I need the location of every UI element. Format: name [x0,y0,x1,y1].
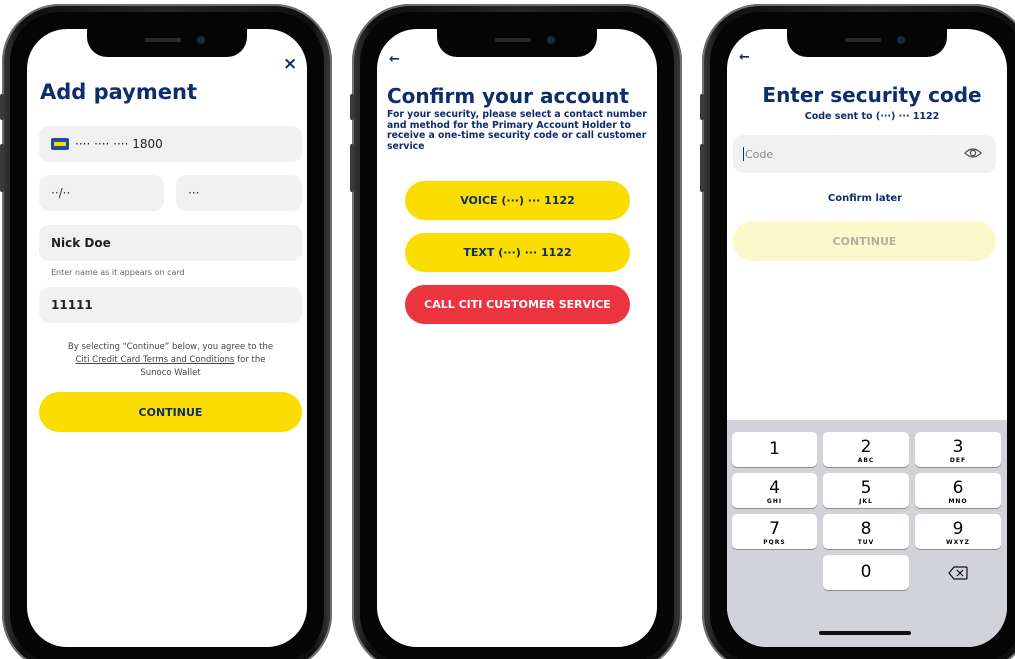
terms-suffix: for the [237,355,266,365]
key-9[interactable]: 9 WXYZ [915,514,1001,549]
home-indicator [819,631,911,635]
key-letters: GHI [766,498,783,505]
page-title: Enter security code [762,83,982,107]
key-1[interactable]: 1 [732,432,817,467]
key-letters: ABC [857,457,875,464]
key-number: 1 [769,439,780,459]
key-number: 3 [952,437,964,457]
key-4[interactable]: 4 GHI [732,473,817,508]
cardholder-name-field[interactable]: Nick Doe [39,225,302,261]
terms-link[interactable]: Citi Credit Card Terms and Conditions [75,355,234,365]
phone-frame-add-payment: × Add payment ···· ···· ···· 1800 ··/·· … [0,4,332,659]
page-description: For your security, please select a conta… [387,109,647,152]
backspace-icon[interactable] [915,555,1001,590]
key-6[interactable]: 6 MNO [915,473,1001,508]
key-number: 5 [860,478,872,498]
name-hint: Enter name as it appears on card [51,268,185,277]
confirm-account-screen: ← Confirm your account For your security… [377,29,657,647]
key-number: 8 [860,519,872,539]
code-sent-subtitle: Code sent to (···) ··· 1122 [804,111,940,122]
phone-side-button [0,144,4,192]
eye-icon[interactable] [964,147,982,162]
key-number: 7 [769,519,780,539]
key-0[interactable]: 0 [823,555,909,590]
numeric-keypad: 1 2 ABC 3 DEF 4 GHI 5 JKL 6 MNO 7 PQRS 8… [727,420,1007,647]
phone-notch [437,29,597,57]
key-number: 9 [952,519,964,539]
zip-code-field[interactable]: 11111 [39,287,302,323]
code-placeholder: Code [745,147,774,161]
key-number: 6 [952,478,964,498]
key-3[interactable]: 3 DEF [915,432,1001,467]
terms-line-1: By selecting “Continue” below, you agree… [67,342,274,352]
card-number-field[interactable]: ···· ···· ···· 1800 [39,126,302,162]
expiry-field[interactable]: ··/·· [39,175,164,211]
close-icon[interactable]: × [283,54,297,74]
key-2[interactable]: 2 ABC [823,432,909,467]
text-cursor [743,147,744,161]
phone-side-button [0,94,4,120]
page-title: Add payment [40,80,197,104]
text-verify-button[interactable]: TEXT (···) ··· 1122 [405,233,630,272]
key-letters: PQRS [763,539,786,546]
key-5[interactable]: 5 JKL [823,473,909,508]
cvv-field[interactable]: ··· [176,175,302,211]
page-title: Confirm your account [387,84,629,108]
add-payment-screen: × Add payment ···· ···· ···· 1800 ··/·· … [27,29,307,647]
key-letters: JKL [859,498,873,505]
confirm-later-link[interactable]: Confirm later [727,193,1003,204]
phone-side-button [700,94,704,120]
back-arrow-icon[interactable]: ← [389,52,400,67]
key-letters: DEF [949,457,967,464]
phone-notch [787,29,947,57]
key-7[interactable]: 7 PQRS [732,514,817,549]
continue-button[interactable]: CONTINUE [733,221,996,261]
continue-button[interactable]: CONTINUE [39,392,302,432]
terms-line-3: Sunoco Wallet [140,368,201,378]
call-customer-service-button[interactable]: CALL CITI CUSTOMER SERVICE [405,285,630,324]
phone-notch [87,29,247,57]
card-brand-icon [51,138,69,150]
back-arrow-icon[interactable]: ← [739,50,750,65]
terms-text: By selecting “Continue” below, you agree… [43,341,298,380]
key-number: 4 [769,478,780,498]
phone-side-button [350,144,354,192]
phone-frame-security-code: ← Enter security code Code sent to (···)… [700,4,1015,659]
phone-bezel: × Add payment ···· ···· ···· 1800 ··/·· … [10,12,324,659]
phone-bezel: ← Confirm your account For your security… [360,12,674,659]
key-letters: TUV [857,539,875,546]
key-number: 2 [860,437,872,457]
key-letters: MNO [948,498,968,505]
card-number-value: ···· ···· ···· 1800 [75,137,163,151]
phone-bezel: ← Enter security code Code sent to (···)… [710,12,1015,659]
key-letters: WXYZ [946,539,970,546]
terms-line-2: Citi Credit Card Terms and Conditions fo… [43,354,298,367]
security-code-screen: ← Enter security code Code sent to (···)… [727,29,1007,647]
phone-side-button [700,144,704,192]
voice-verify-button[interactable]: VOICE (···) ··· 1122 [405,181,630,220]
phone-frame-confirm-account: ← Confirm your account For your security… [350,4,682,659]
security-code-input[interactable]: Code [733,135,996,173]
key-8[interactable]: 8 TUV [823,514,909,549]
key-number: 0 [860,562,872,582]
phone-side-button [350,94,354,120]
